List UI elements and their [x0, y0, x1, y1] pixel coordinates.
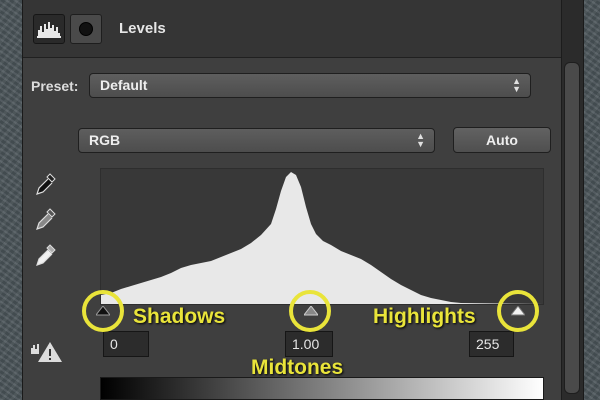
highlights-callout-label: Highlights [373, 305, 476, 328]
panel-header: Levels [23, 0, 563, 58]
midtones-callout-circle [289, 290, 331, 332]
highlights-input[interactable]: 255 [469, 331, 514, 357]
scrollbar-thumb[interactable] [564, 62, 580, 394]
midtones-callout-label: Midtones [251, 356, 344, 379]
panel-title: Levels [119, 20, 166, 37]
shadows-callout-label: Shadows [133, 305, 226, 328]
channel-select-value: RGB [89, 132, 121, 148]
layer-mask-icon[interactable] [70, 14, 102, 44]
preset-select-value: Default [100, 77, 148, 93]
shadows-callout-circle [82, 290, 124, 332]
white-point-eyedropper-icon[interactable] [35, 243, 57, 269]
select-arrows-icon: ▲ ▼ [512, 76, 521, 94]
background-texture-right [584, 0, 600, 400]
gray-point-eyedropper-icon[interactable] [35, 207, 57, 233]
mask-dot-icon [79, 22, 93, 36]
channel-select[interactable]: RGB ▲ ▼ [78, 128, 435, 153]
preset-label: Preset: [31, 78, 79, 94]
histogram-graph [101, 172, 543, 304]
clipping-warning-icon[interactable] [29, 340, 63, 364]
auto-button[interactable]: Auto [453, 127, 551, 153]
levels-histogram-icon[interactable] [33, 14, 65, 44]
highlights-callout-circle [497, 290, 539, 332]
histogram [100, 168, 544, 305]
midtones-input[interactable]: 1.00 [285, 331, 333, 357]
properties-panel: Levels Preset: Default ▲▼ RGB ▲▼ Auto [22, 0, 584, 400]
preset-select[interactable]: Default ▲ ▼ [89, 73, 531, 98]
output-gradient-bar[interactable] [100, 377, 544, 400]
background-texture-left [0, 0, 22, 400]
black-point-eyedropper-icon[interactable] [35, 172, 57, 198]
select-arrows-icon: ▲ ▼ [416, 131, 425, 149]
scrollbar-track[interactable] [561, 0, 583, 400]
shadows-input[interactable]: 0 [103, 331, 149, 357]
